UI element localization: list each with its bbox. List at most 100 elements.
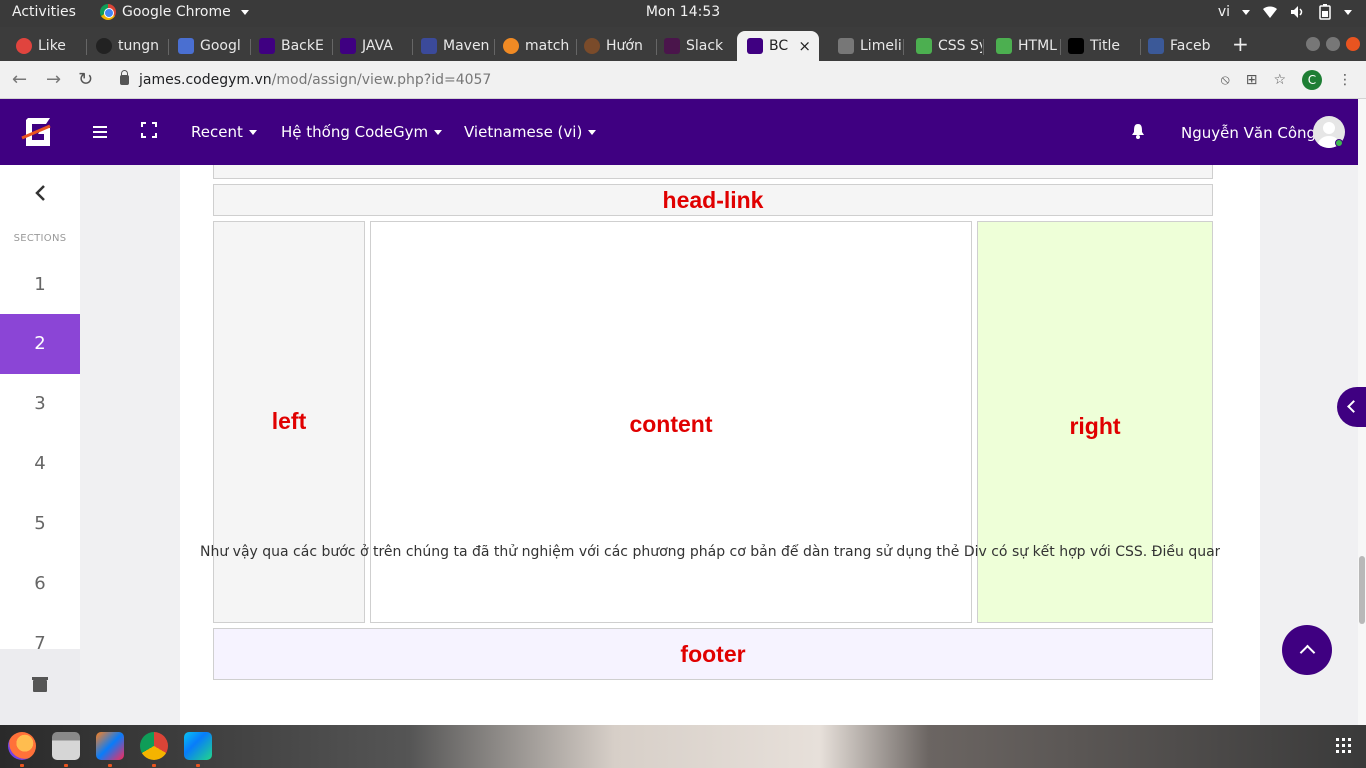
demo-head-link: head-link [213,184,1213,216]
url-domain: james.codegym.vn [139,72,272,88]
browser-tab[interactable]: BackE [243,31,325,61]
section-item-3[interactable]: 3 [0,374,80,434]
demo-left: left [213,221,365,623]
site-header: Recent Hệ thống CodeGym Vietnamese (vi) … [0,99,1358,165]
tab-favicon-icon [1148,38,1164,54]
chevron-down-icon [248,129,257,135]
browser-tab[interactable]: Googl [162,31,244,61]
browser-tab[interactable]: match [487,31,571,61]
online-status-dot [1335,139,1343,147]
url-path: /mod/assign/view.php?id=4057 [271,72,492,88]
lesson-paragraph: Như vậy qua các bước ở trên chúng ta đã … [200,544,1220,560]
section-item-2[interactable]: 2 [0,314,80,374]
taskbar [0,725,1366,768]
browser-tab[interactable]: tungn [80,31,165,61]
lock-icon [120,70,129,85]
minimize-button[interactable] [1306,37,1320,51]
section-item-4[interactable]: 4 [0,434,80,494]
app-name: Google Chrome [122,4,231,20]
demo-content: content [370,221,972,623]
wifi-icon [1263,6,1277,18]
tab-favicon-icon [421,38,437,54]
browser-tab[interactable]: Hướn [568,31,652,61]
tab-favicon-icon [503,38,519,54]
browser-tab-active[interactable]: BC × [737,31,819,61]
codegym-logo[interactable] [20,114,56,150]
browser-tab[interactable]: CSS Sy [900,31,982,61]
user-name[interactable]: Nguyễn Văn Công [1181,124,1316,142]
keyboard-language[interactable]: vi [1218,4,1230,20]
menu-codegym-system[interactable]: Hệ thống CodeGym [281,123,443,141]
tab-favicon-icon [838,38,854,54]
show-applications-icon[interactable] [1336,738,1352,754]
webstorm-icon[interactable] [184,732,212,760]
section-item-5[interactable]: 5 [0,494,80,554]
browser-tab[interactable]: Slack [648,31,732,61]
tab-favicon-icon [996,38,1012,54]
tab-favicon-icon [747,38,763,54]
menu-recent[interactable]: Recent [191,123,257,141]
close-icon[interactable]: × [798,37,811,55]
scrollbar-thumb[interactable] [1359,556,1365,624]
archive-button[interactable] [0,649,80,725]
close-window-button[interactable] [1346,37,1360,51]
back-to-top-button[interactable] [1282,625,1332,675]
translate-icon[interactable]: ⊞ [1246,72,1258,88]
chrome-icon [100,4,116,20]
menu-language[interactable]: Vietnamese (vi) [464,123,597,141]
chevron-down-icon [1344,9,1352,15]
browser-menu-icon[interactable]: ⋮ [1338,72,1352,88]
chevron-down-icon [240,9,249,15]
profile-avatar[interactable]: C [1302,70,1322,90]
chevron-left-icon[interactable] [34,185,46,201]
clock[interactable]: Mon 14:53 [646,4,720,20]
back-button[interactable]: ← [12,69,27,90]
tab-favicon-icon [96,38,112,54]
section-item-1[interactable]: 1 [0,255,80,315]
tab-favicon-icon [664,38,680,54]
tab-favicon-icon [259,38,275,54]
tab-favicon-icon [916,38,932,54]
browser-tab[interactable]: Faceb [1138,31,1220,61]
maximize-button[interactable] [1326,37,1340,51]
section-item-6[interactable]: 6 [0,554,80,614]
blocked-popup-icon[interactable]: ⦸ [1221,72,1230,88]
page-body: SECTIONS 1 2 3 4 5 6 7 head-link left co… [0,165,1358,725]
fullscreen-icon[interactable] [141,122,157,138]
tab-favicon-icon [178,38,194,54]
sections-label: SECTIONS [13,233,67,244]
browser-tab[interactable]: JAVA [324,31,406,61]
system-tray[interactable]: vi [1218,4,1352,20]
browser-tab[interactable]: Title [1058,31,1140,61]
activities-button[interactable]: Activities [12,4,76,20]
browser-tab[interactable]: HTML [980,31,1062,61]
system-top-bar: Activities Google Chrome Mon 14:53 vi [0,0,1366,27]
bookmark-star-icon[interactable]: ☆ [1273,72,1286,88]
app-menu[interactable]: Google Chrome [100,4,249,20]
battery-icon [1319,4,1331,20]
forward-button[interactable]: → [46,69,61,90]
sections-sidebar: SECTIONS 1 2 3 4 5 6 7 [0,165,80,725]
tab-favicon-icon [16,38,32,54]
chevron-down-icon [434,129,443,135]
browser-tab[interactable]: Limeli [822,31,906,61]
browser-tab[interactable]: Maven [405,31,489,61]
chevron-down-icon [1242,9,1250,15]
chevron-down-icon [588,129,597,135]
volume-icon [1291,6,1303,18]
archive-icon [32,677,48,692]
files-icon[interactable] [52,732,80,760]
intellij-icon[interactable] [96,732,124,760]
tab-favicon-icon [340,38,356,54]
tab-favicon-icon [584,38,600,54]
chrome-icon[interactable] [140,732,168,760]
notification-bell-icon[interactable] [1131,123,1145,139]
browser-toolbar: ← → ↻ james.codegym.vn/mod/assign/view.p… [0,61,1366,99]
reload-button[interactable]: ↻ [78,69,93,90]
address-bar[interactable]: james.codegym.vn/mod/assign/view.php?id=… [112,66,1212,94]
firefox-icon[interactable] [8,732,36,760]
hamburger-menu-icon[interactable] [93,126,107,141]
browser-tab[interactable]: Like [0,31,84,61]
new-tab-button[interactable]: + [1232,32,1249,56]
browser-tab-strip: Like tungn Googl BackE JAVA Maven match … [0,27,1366,61]
